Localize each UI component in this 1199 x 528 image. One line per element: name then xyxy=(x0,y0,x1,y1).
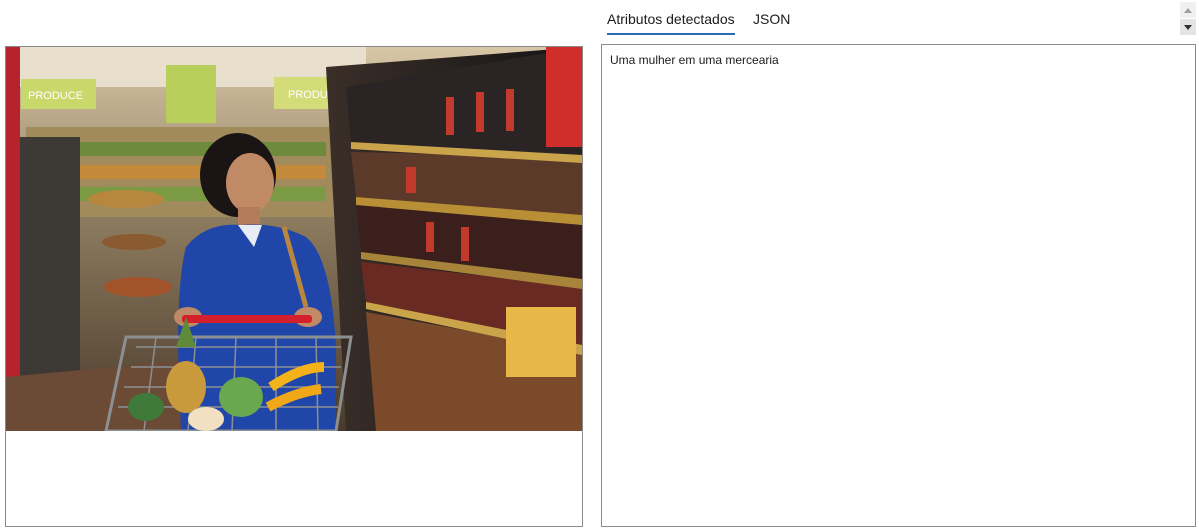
active-tab-indicator xyxy=(607,33,735,35)
produce-sign-left: PRODUCE xyxy=(28,90,83,102)
image-panel: PRODUCE PRODUCE xyxy=(5,46,583,527)
tab-json[interactable]: JSON xyxy=(753,10,790,34)
grocery-photo: PRODUCE PRODUCE xyxy=(6,47,582,431)
triangle-down-icon xyxy=(1184,24,1192,30)
caption-text: Uma mulher em uma mercearia xyxy=(610,53,779,67)
tab-detected-attributes[interactable]: Atributos detectados xyxy=(607,10,735,34)
result-tab-bar: Atributos detectados JSON xyxy=(600,0,1170,38)
scroll-up-button[interactable] xyxy=(1180,2,1196,18)
scroll-down-button[interactable] xyxy=(1180,19,1196,35)
triangle-up-icon xyxy=(1184,7,1192,13)
result-panel[interactable]: Uma mulher em uma mercearia xyxy=(601,44,1196,527)
tab-scroll-control xyxy=(1180,2,1196,36)
